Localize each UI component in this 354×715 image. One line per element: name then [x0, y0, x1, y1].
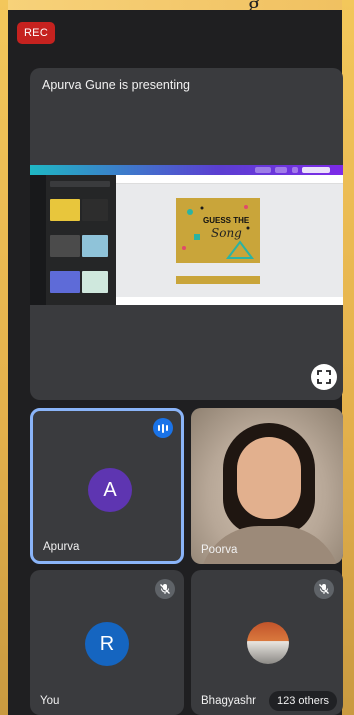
- shared-screen: GUESS THE Song: [30, 165, 343, 305]
- presentation-tile[interactable]: Apurva Gune is presenting GUESS THE Song: [30, 68, 343, 400]
- participant-tile-apurva[interactable]: A Apurva: [30, 408, 184, 564]
- background-strip: [0, 0, 354, 10]
- recording-badge: REC: [17, 22, 55, 44]
- avatar: [247, 622, 289, 664]
- fullscreen-icon: [317, 370, 331, 384]
- right-edge: [342, 0, 354, 715]
- slide-preview: GUESS THE Song: [176, 198, 260, 263]
- avatar: A: [88, 468, 132, 512]
- participant-tile-bhagyashr[interactable]: Bhagyashr 123 others: [191, 570, 343, 715]
- participant-name: Poorva: [201, 544, 238, 556]
- topbar-pill: [292, 167, 298, 173]
- left-edge: [0, 0, 8, 715]
- presenter-label: Apurva Gune is presenting: [42, 78, 191, 92]
- editor-statusbar: [116, 297, 343, 305]
- panel-thumb: [82, 235, 108, 257]
- participant-name: You: [40, 695, 60, 707]
- participant-name: Apurva: [43, 541, 80, 553]
- fullscreen-button[interactable]: [311, 364, 337, 390]
- participant-tile-poorva[interactable]: Poorva: [191, 408, 343, 564]
- slide-title: GUESS THE: [203, 216, 250, 225]
- app-leftnav: [30, 175, 46, 305]
- others-count-badge[interactable]: 123 others: [269, 691, 337, 711]
- speaking-indicator-icon: [153, 418, 173, 438]
- participant-name: Bhagyashr: [201, 695, 256, 707]
- app-template-panel: [46, 175, 116, 305]
- panel-thumb: [50, 271, 80, 293]
- app-editor: GUESS THE Song: [116, 175, 343, 305]
- app-topbar: [30, 165, 343, 175]
- panel-thumb: [50, 199, 80, 221]
- avatar: R: [85, 622, 129, 666]
- topbar-pill: [255, 167, 271, 173]
- topbar-pill: [275, 167, 287, 173]
- slide-next-preview: [176, 276, 260, 284]
- topbar-pill: [302, 167, 330, 173]
- slide-subtitle: Song: [211, 226, 242, 240]
- mic-off-icon: [155, 579, 175, 599]
- panel-thumb: [82, 199, 108, 221]
- panel-thumb: [50, 235, 80, 257]
- panel-thumb: [82, 271, 108, 293]
- mic-off-icon: [314, 579, 334, 599]
- participant-tile-you[interactable]: R You: [30, 570, 184, 715]
- panel-search: [50, 181, 110, 187]
- video-person-face: [237, 437, 301, 519]
- editor-toolbar: [116, 175, 343, 184]
